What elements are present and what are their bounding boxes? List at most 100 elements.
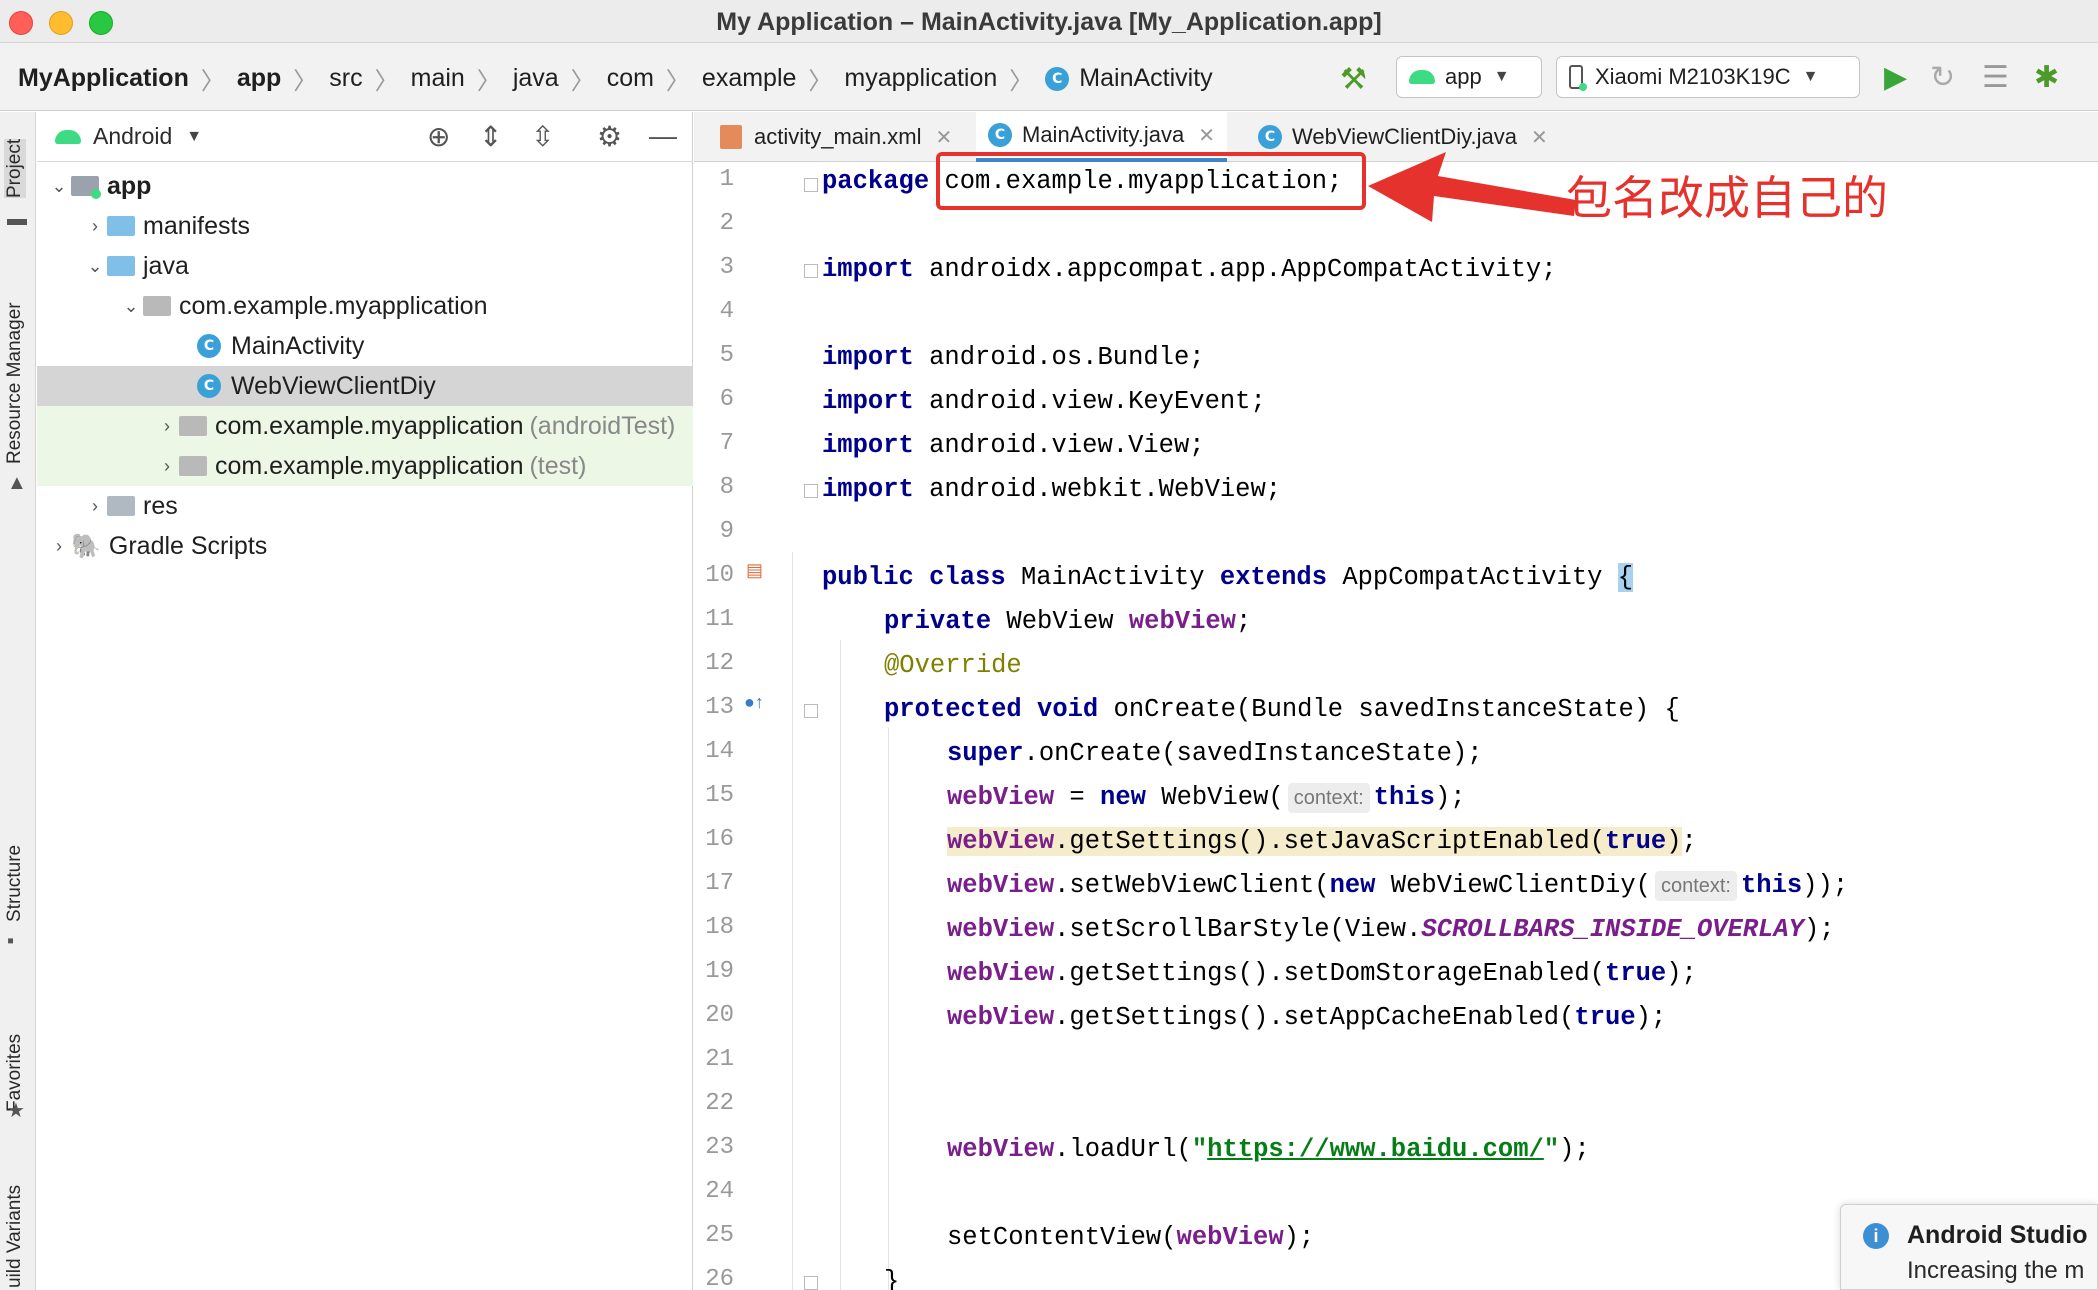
module-folder-icon [71, 176, 101, 199]
breadcrumb-item[interactable]: com [607, 64, 654, 93]
run-icon[interactable]: ▶ [1884, 60, 1907, 95]
breadcrumb-item[interactable]: myapplication [844, 64, 997, 93]
tab-activity-main-xml[interactable]: activity_main.xml ✕ [708, 112, 964, 162]
project-panel: Android ▼ ⊕ ⇕ ⇳ ⚙ — ⌄ app › manifests ⌄ … [37, 112, 693, 1290]
tree-item-package-androidtest[interactable]: › com.example.myapplication (androidTest… [37, 406, 693, 446]
annotation-highlight-box [936, 152, 1366, 210]
structure-tool-tab[interactable]: Structure [4, 845, 26, 922]
resource-folder-icon [107, 496, 135, 516]
indent-guide [792, 552, 793, 1290]
class-icon: C [1045, 66, 1070, 91]
tree-item-label: com.example.myapplication [179, 291, 488, 320]
code-line-15: webView = new WebView(context: this); [947, 783, 1466, 813]
folder-icon [107, 216, 135, 236]
notification-title: Android Studio [1907, 1221, 2088, 1249]
chevron-down-icon: ▼ [1802, 68, 1819, 85]
package-icon [143, 296, 171, 316]
indent-guide [888, 728, 889, 1290]
project-view-mode[interactable]: Android [93, 123, 172, 150]
close-icon[interactable]: ✕ [1198, 123, 1215, 148]
chevron-right-icon[interactable]: › [83, 496, 107, 517]
collapse-all-icon[interactable]: ⇳ [531, 120, 554, 153]
code-line-25: setContentView(webView); [947, 1223, 1315, 1252]
breadcrumb-item[interactable]: main [411, 64, 465, 93]
build-variants-tool-tab[interactable]: uild Variants [4, 1185, 26, 1288]
tree-item-mainactivity[interactable]: C MainActivity [37, 326, 693, 366]
xml-file-icon [720, 125, 742, 149]
gradle-icon: 🐘 [71, 532, 101, 560]
class-icon: C [197, 374, 221, 398]
parameter-hint: context: [1654, 871, 1737, 901]
tree-item-package-test[interactable]: › com.example.myapplication (test) [37, 446, 693, 486]
debug-icon[interactable]: ✱ [2034, 60, 2059, 95]
breadcrumb: MyApplication 〉 app 〉 src 〉 main 〉 java 〉 com… [18, 61, 1213, 96]
chevron-right-icon: 〉 [665, 68, 690, 95]
code-line-5: import android.os.Bundle; [822, 343, 1205, 372]
chevron-right-icon: 〉 [570, 68, 595, 95]
hide-panel-icon[interactable]: — [649, 120, 677, 152]
run-config-select[interactable]: app ▼ [1396, 56, 1542, 98]
tree-item-package[interactable]: ⌄ com.example.myapplication [37, 286, 693, 326]
tree-item-res[interactable]: › res [37, 486, 693, 526]
hammer-icon[interactable]: ⚒ [1340, 62, 1367, 97]
breadcrumb-item[interactable]: src [329, 64, 362, 93]
resource-manager-icon: ▲ [7, 472, 27, 494]
breadcrumb-item[interactable]: app [237, 64, 281, 93]
ide-window: My Application – MainActivity.java [My_A… [0, 0, 2098, 1290]
parameter-hint: context: [1287, 783, 1370, 813]
code-area[interactable]: package com.example.myapplication; impor… [694, 162, 2098, 1290]
tree-item-app[interactable]: ⌄ app [37, 166, 693, 206]
breadcrumb-item[interactable]: java [513, 64, 559, 93]
gear-icon[interactable]: ⚙ [597, 120, 622, 153]
code-line-18: webView.setScrollBarStyle(View.SCROLLBAR… [947, 915, 1835, 944]
code-editor: activity_main.xml ✕ C MainActivity.java … [694, 112, 2098, 1290]
notification-body: Increasing the m [1907, 1257, 2085, 1284]
chevron-right-icon[interactable]: › [155, 456, 179, 477]
notification-balloon[interactable]: i Android Studio Increasing the m [1840, 1204, 2098, 1290]
class-icon: C [988, 123, 1012, 147]
device-select[interactable]: Xiaomi M2103K19C ▼ [1556, 56, 1860, 98]
chevron-down-icon[interactable]: ⌄ [47, 176, 71, 197]
chevron-right-icon[interactable]: › [83, 216, 107, 237]
logcat-icon[interactable]: ☰ [1982, 60, 2009, 95]
chevron-down-icon[interactable]: ⌄ [83, 256, 107, 277]
tree-item-label: manifests [143, 211, 250, 240]
breadcrumb-item[interactable]: MyApplication [18, 64, 189, 93]
locate-icon[interactable]: ⊕ [427, 120, 450, 153]
tree-item-suffix: (androidTest) [529, 411, 676, 440]
code-line-7: import android.view.View; [822, 431, 1205, 460]
resource-manager-tool-tab[interactable]: Resource Manager [4, 302, 26, 464]
project-tool-tab[interactable]: Project [4, 138, 26, 198]
structure-icon: ▪ [7, 930, 15, 952]
breadcrumb-item[interactable]: MainActivity [1079, 64, 1212, 93]
project-panel-header: Android ▼ ⊕ ⇕ ⇳ ⚙ — [37, 112, 693, 162]
chevron-down-icon[interactable]: ▼ [186, 128, 202, 146]
star-icon: ★ [7, 1100, 25, 1122]
chevron-right-icon[interactable]: › [155, 416, 179, 437]
folder-icon [107, 256, 135, 276]
tree-item-suffix: (test) [529, 451, 587, 480]
code-line-11: private WebView webView; [884, 607, 1252, 636]
package-icon [179, 456, 207, 476]
indent-guide [840, 640, 841, 1290]
tree-item-label: Gradle Scripts [108, 531, 268, 560]
chevron-down-icon[interactable]: ⌄ [119, 296, 143, 317]
expand-all-icon[interactable]: ⇕ [479, 120, 502, 153]
tree-item-java[interactable]: ⌄ java [37, 246, 693, 286]
code-line-3: import androidx.appcompat.app.AppCompatA… [822, 255, 1557, 284]
apply-changes-icon[interactable]: ↻ [1930, 60, 1955, 95]
tree-item-manifests[interactable]: › manifests [37, 206, 693, 246]
breadcrumb-item[interactable]: example [702, 64, 797, 93]
title-bar: My Application – MainActivity.java [My_A… [0, 0, 2098, 43]
tree-item-webviewclientdiy[interactable]: C WebViewClientDiy [37, 366, 693, 406]
code-line-16: webView.getSettings().setJavaScriptEnabl… [947, 827, 1697, 856]
tree-item-label: WebViewClientDiy [231, 371, 436, 400]
tree-item-gradle-scripts[interactable]: › 🐘 Gradle Scripts [37, 526, 693, 566]
code-line-26: } [884, 1267, 900, 1290]
close-icon[interactable]: ✕ [935, 125, 952, 150]
tool-window-strip: Project ▬ Resource Manager ▲ Structure ▪… [0, 112, 36, 1290]
url-link: https://www.baidu.com/ [1207, 1135, 1544, 1164]
info-icon: i [1863, 1223, 1889, 1249]
tab-label: MainActivity.java [1022, 122, 1185, 147]
chevron-right-icon[interactable]: › [47, 536, 71, 557]
